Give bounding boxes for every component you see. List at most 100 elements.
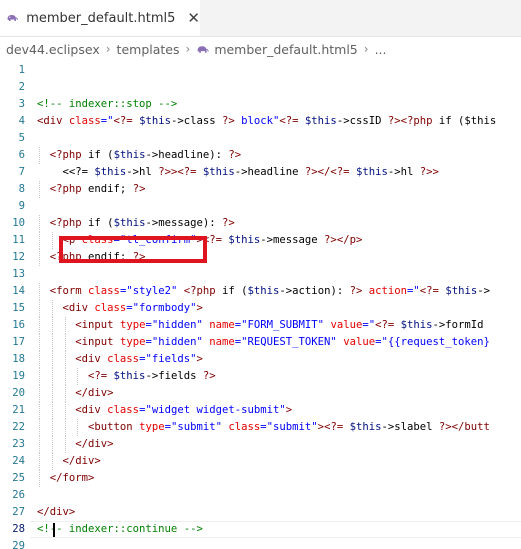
- code-line[interactable]: 6 <?php if ($this->headline): ?>: [0, 147, 521, 164]
- code-editor[interactable]: 1 2 3 <!-- indexer::stop --> 4 <div class="<?…: [0, 62, 521, 549]
- code-token: $this: [113, 217, 146, 229]
- code-text: <div class="<?= $this->class ?> block"<?…: [37, 113, 496, 130]
- breadcrumb-item-file[interactable]: member_default.html5: [214, 42, 357, 57]
- line-number: 8: [18, 183, 25, 195]
- line-number: 17: [12, 336, 25, 348]
- tab-title: member_default.html5: [26, 10, 176, 26]
- code-line[interactable]: 25 </form>: [0, 470, 521, 487]
- code-line[interactable]: 24 </div>: [0, 453, 521, 470]
- code-token: <?=: [113, 115, 140, 127]
- breadcrumb-item-templates[interactable]: templates: [117, 42, 180, 57]
- code-token: type: [119, 336, 146, 348]
- code-token: class: [107, 404, 140, 416]
- code-token: ="fields": [139, 353, 197, 365]
- code-text: <div class="formbody">: [37, 300, 203, 317]
- code-token: ?>: [202, 370, 216, 382]
- code-token: class: [94, 302, 127, 314]
- code-token: class: [228, 421, 261, 433]
- code-token: ?>: [221, 115, 235, 127]
- code-line[interactable]: 28 <!-- indexer::continue -->: [0, 521, 521, 538]
- code-line[interactable]: 14 <form class="style2" <?php if ($this-…: [0, 283, 521, 300]
- code-line[interactable]: 29: [0, 538, 521, 549]
- code-token: <!-- indexer::stop -->: [37, 98, 178, 110]
- code-text: <div class="fields">: [37, 351, 203, 368]
- line-number: 12: [12, 251, 25, 263]
- editor-tab[interactable]: member_default.html5 ✕: [0, 0, 200, 36]
- code-text: <<?= $this->hl ?>><?= $this->headline ?>…: [37, 164, 439, 181]
- code-token: ="FORM_SUBMIT": [234, 319, 325, 331]
- code-token: <?php: [49, 183, 89, 195]
- code-token: <?php: [183, 285, 223, 297]
- code-token: <?=: [324, 421, 350, 433]
- code-line[interactable]: 18 <div class="fields">: [0, 351, 521, 368]
- code-line[interactable]: 17 <input type="hidden" name="REQUEST_TO…: [0, 334, 521, 351]
- close-icon[interactable]: ✕: [187, 9, 200, 27]
- code-token: ="style2": [119, 285, 178, 297]
- code-text: <div class="widget widget-submit">: [37, 402, 292, 419]
- code-token: ="submit": [164, 421, 222, 433]
- code-line[interactable]: 13: [0, 266, 521, 283]
- code-line[interactable]: 8 <?php endif; ?>: [0, 181, 521, 198]
- code-token: ->headline: [234, 166, 305, 178]
- line-number: 14: [12, 285, 25, 297]
- line-number: 28: [12, 523, 25, 535]
- line-number: 25: [12, 472, 25, 484]
- code-line[interactable]: 7 <<?= $this->hl ?>><?= $this->headline …: [0, 164, 521, 181]
- code-line[interactable]: 22 <button type="submit" class="submit">…: [0, 419, 521, 436]
- chevron-right-icon: ›: [363, 42, 369, 56]
- code-line[interactable]: 19 <?= $this->fields ?>: [0, 368, 521, 385]
- code-token: type: [119, 319, 146, 331]
- line-number: 4: [18, 115, 25, 127]
- breadcrumb-item-symbols[interactable]: ...: [375, 42, 387, 57]
- code-text: </div>: [37, 436, 113, 453]
- code-token: if (: [222, 285, 248, 297]
- code-token: ?>: [349, 285, 363, 297]
- code-line[interactable]: 15 <div class="formbody">: [0, 300, 521, 317]
- tab-bar: member_default.html5 ✕: [0, 0, 521, 37]
- code-token: <div: [37, 115, 69, 127]
- code-text: </div>: [37, 504, 75, 521]
- elephant-php-icon: [197, 45, 210, 53]
- line-number: 10: [12, 217, 25, 229]
- code-line[interactable]: 4 <div class="<?= $this->class ?> block"<…: [0, 113, 521, 130]
- code-token: =": [407, 285, 420, 297]
- code-token: ="formbody": [126, 302, 197, 314]
- code-line[interactable]: 16 <input type="hidden" name="FORM_SUBMI…: [0, 317, 521, 334]
- line-number: 13: [12, 268, 25, 280]
- code-line[interactable]: 3 <!-- indexer::stop -->: [0, 96, 521, 113]
- code-token: <!-- indexer::continue -->: [37, 523, 203, 535]
- code-token: ->message: [260, 234, 325, 246]
- line-number: 1: [18, 64, 25, 76]
- code-line[interactable]: 1: [0, 62, 521, 79]
- code-token: ->slabel: [381, 421, 439, 433]
- code-token: $this: [400, 319, 433, 331]
- code-line[interactable]: 5: [0, 130, 521, 147]
- code-token: $this: [139, 115, 171, 127]
- breadcrumb-item-folder[interactable]: dev44.eclipsex: [6, 42, 100, 57]
- line-number: 6: [18, 149, 25, 161]
- code-token: ->hl: [387, 166, 420, 178]
- code-token: <?=: [419, 285, 446, 297]
- code-line[interactable]: 23 </div>: [0, 436, 521, 453]
- code-line[interactable]: 26: [0, 487, 521, 504]
- line-number: 19: [12, 370, 25, 382]
- code-line[interactable]: 21 <div class="widget widget-submit">: [0, 402, 521, 419]
- line-number: 15: [12, 302, 25, 314]
- code-line[interactable]: 27 </div>: [0, 504, 521, 521]
- code-line[interactable]: 20 </div>: [0, 385, 521, 402]
- code-line[interactable]: 2: [0, 79, 521, 96]
- code-token: $this: [113, 370, 146, 382]
- code-token: $this: [304, 115, 337, 127]
- code-text: </div>: [37, 453, 101, 470]
- code-line[interactable]: 10 <?php if ($this->message): ?>: [0, 215, 521, 232]
- code-token: ?>: [132, 183, 146, 195]
- code-token: =": [362, 319, 376, 331]
- code-token: class: [68, 115, 101, 127]
- code-token: ?>: [222, 217, 235, 229]
- code-token: value: [343, 336, 376, 348]
- code-line[interactable]: 9: [0, 198, 521, 215]
